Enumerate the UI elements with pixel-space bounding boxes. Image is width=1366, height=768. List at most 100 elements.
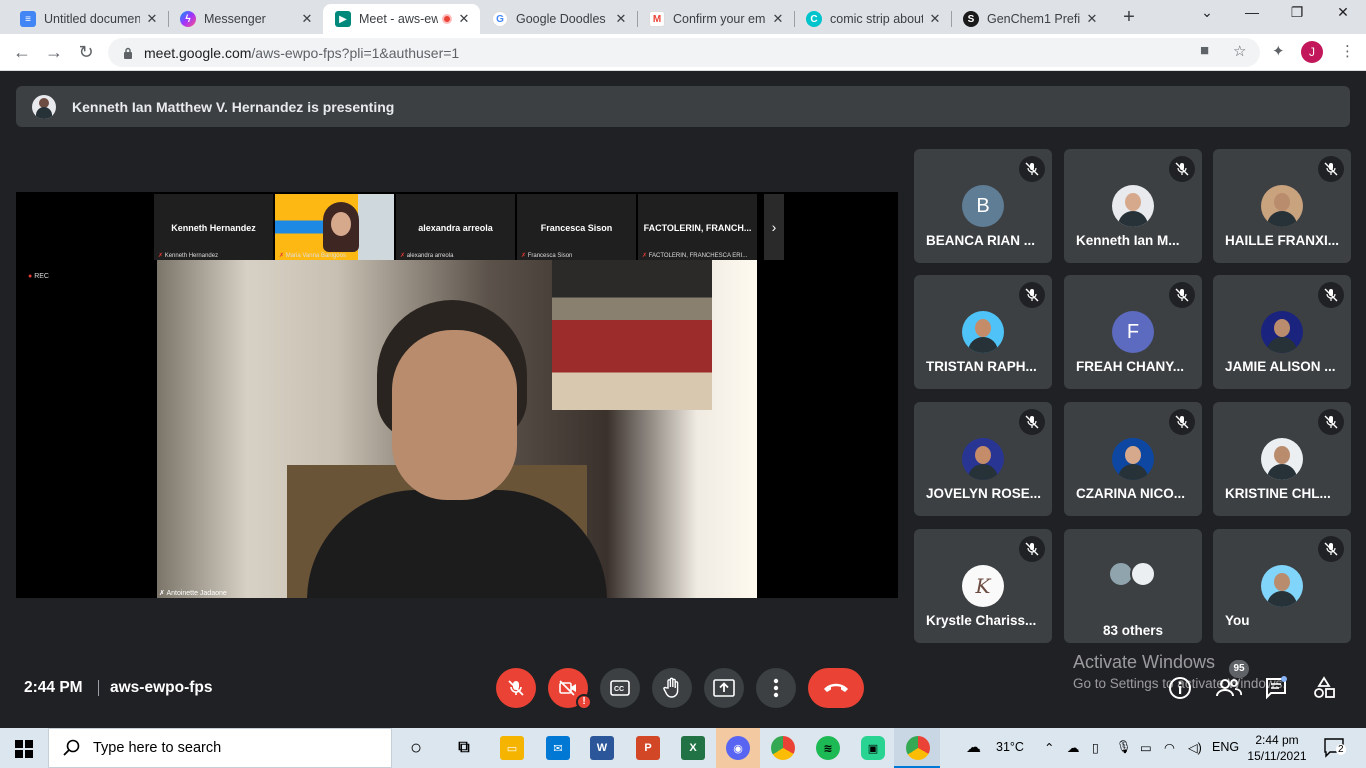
tab-canva[interactable]: C comic strip about ✕	[794, 4, 951, 34]
activities-button[interactable]	[1312, 676, 1336, 700]
close-window-button[interactable]: ✕	[1331, 4, 1355, 21]
close-icon[interactable]: ✕	[144, 11, 160, 27]
tray-chevron-up-icon[interactable]: ⌃	[1044, 740, 1054, 755]
captions-button[interactable]: CC	[600, 668, 640, 708]
bookmark-star-icon[interactable]: ☆	[1233, 42, 1246, 60]
windows-taskbar: Type here to search ○ ⧉ ▭ ✉ W P X ◉ ≋ ▣ …	[0, 728, 1366, 768]
participant-name: JOVELYN ROSE...	[926, 486, 1042, 501]
word-icon[interactable]: W	[590, 736, 614, 760]
close-icon[interactable]: ✕	[1084, 11, 1100, 27]
shared-screen[interactable]: REC Kenneth Hernandez Kenneth Hernandez …	[16, 192, 898, 598]
app-icon[interactable]: ▣	[861, 736, 885, 760]
close-icon[interactable]: ✕	[456, 11, 472, 27]
participant-tile[interactable]: HAILLE FRANXI...	[1213, 149, 1351, 263]
camera-off-icon	[559, 680, 576, 696]
close-icon[interactable]: ✕	[299, 11, 315, 27]
participant-tile[interactable]: CZARINA NICO...	[1064, 402, 1202, 516]
tab-google-doodles[interactable]: G Google Doodles ✕	[480, 4, 637, 34]
presenting-banner: Kenneth Ian Matthew V. Hernandez is pres…	[16, 86, 1350, 127]
participant-tile[interactable]: K Krystle Chariss...	[914, 529, 1052, 643]
restore-button[interactable]: ❐	[1285, 4, 1309, 21]
microphone-off-button[interactable]	[496, 668, 536, 708]
participant-tile[interactable]: Kenneth Ian M...	[1064, 149, 1202, 263]
back-button[interactable]: ←	[11, 41, 33, 63]
forward-button[interactable]: →	[43, 41, 65, 63]
url-host: meet.google.com	[144, 44, 252, 61]
leave-call-button[interactable]	[808, 668, 864, 708]
shapes-icon	[1314, 676, 1335, 698]
chrome-icon[interactable]	[771, 736, 795, 760]
people-icon	[1216, 679, 1242, 697]
volume-icon[interactable]: ◁)	[1188, 740, 1202, 755]
tab-gmail[interactable]: M Confirm your email ✕	[637, 4, 794, 34]
people-button[interactable]	[1216, 676, 1242, 700]
tab-messenger[interactable]: ϟ Messenger ✕	[168, 4, 323, 34]
profile-avatar[interactable]: J	[1301, 41, 1323, 63]
participant-tile[interactable]: 83 others	[1064, 529, 1202, 643]
google-icon: G	[492, 11, 508, 27]
speaker-figure	[307, 300, 607, 598]
meeting-details-button[interactable]	[1168, 676, 1192, 700]
camera-off-button[interactable]: !	[548, 668, 592, 710]
tab-search-icon[interactable]: ⌄	[1195, 4, 1219, 21]
task-view-icon[interactable]: ⧉	[452, 736, 476, 760]
tab-untitled-document[interactable]: ≡ Untitled document ✕	[8, 4, 168, 34]
hang-up-icon	[824, 683, 848, 692]
cortana-icon[interactable]: ○	[404, 736, 428, 760]
windows-start-icon[interactable]	[15, 740, 33, 758]
notification-center-button[interactable]: 2	[1324, 738, 1346, 758]
raise-hand-button[interactable]	[652, 668, 692, 708]
mic-off-icon	[1019, 156, 1045, 182]
close-icon[interactable]: ✕	[613, 11, 629, 27]
excel-icon[interactable]: X	[681, 736, 705, 760]
taskbar-search-box[interactable]: Type here to search	[48, 728, 392, 768]
new-tab-button[interactable]: +	[1118, 7, 1140, 29]
reload-button[interactable]: ↻	[75, 41, 97, 63]
participant-avatar	[1261, 565, 1303, 607]
microphone-tray-icon[interactable]: 🎙	[1116, 740, 1132, 755]
participant-tile[interactable]: F FREAH CHANY...	[1064, 275, 1202, 389]
camera-in-use-icon[interactable]: ■	[1200, 42, 1209, 59]
participant-tile[interactable]: JOVELYN ROSE...	[914, 402, 1052, 516]
info-icon	[1169, 677, 1191, 699]
wifi-icon[interactable]: ◠	[1164, 740, 1175, 755]
present-now-button[interactable]	[704, 668, 744, 708]
meeting-time: 2:44 PM	[24, 679, 83, 696]
address-bar[interactable]: meet.google.com/aws-ewpo-fps?pli=1&authu…	[108, 38, 1260, 67]
file-explorer-icon[interactable]: ▭	[500, 736, 524, 760]
chrome-profile-icon[interactable]	[906, 736, 930, 760]
mail-icon[interactable]: ✉	[546, 736, 570, 760]
hand-icon	[663, 677, 679, 698]
powerpoint-icon[interactable]: P	[636, 736, 660, 760]
participant-tile[interactable]: TRISTAN RAPH...	[914, 275, 1052, 389]
close-icon[interactable]: ✕	[770, 11, 786, 27]
participant-tile[interactable]: JAMIE ALISON ...	[1213, 275, 1351, 389]
tab-studocu[interactable]: S GenChem1 Prefinal ✕	[951, 4, 1108, 34]
tab-meet[interactable]: ▶ Meet - aws-ewpo-fps ✕	[323, 4, 480, 34]
mic-off-icon	[1318, 409, 1344, 435]
weather-icon: ☁	[966, 739, 981, 756]
participant-tile[interactable]: KRISTINE CHL...	[1213, 402, 1351, 516]
battery-icon[interactable]: ▭	[1140, 740, 1152, 755]
weather-temp[interactable]: 31°C	[996, 740, 1024, 754]
extensions-icon[interactable]: ✦	[1272, 42, 1285, 60]
more-options-button[interactable]	[756, 668, 796, 708]
close-icon[interactable]: ✕	[927, 11, 943, 27]
mic-off-icon	[1169, 156, 1195, 182]
taskbar-clock[interactable]: 2:44 pm 15/11/2021	[1246, 732, 1308, 764]
lock-icon	[124, 47, 132, 59]
device-icon[interactable]: ▯	[1092, 740, 1099, 755]
browser-tab-strip: ≡ Untitled document ✕ ϟ Messenger ✕ ▶ Me…	[0, 0, 1366, 34]
participant-avatar	[962, 438, 1004, 480]
language-indicator[interactable]: ENG	[1212, 740, 1239, 754]
filmstrip-tile: Maria Vanna Banigoos	[275, 194, 394, 260]
mic-off-icon	[1318, 536, 1344, 562]
onedrive-icon[interactable]: ☁	[1067, 740, 1080, 755]
discord-icon[interactable]: ◉	[726, 736, 750, 760]
participant-tile[interactable]: B BEANCA RIAN ...	[914, 149, 1052, 263]
chat-button[interactable]	[1264, 676, 1288, 700]
minimize-button[interactable]: —	[1240, 4, 1264, 20]
spotify-icon[interactable]: ≋	[816, 736, 840, 760]
participant-tile[interactable]: You	[1213, 529, 1351, 643]
chrome-menu-icon[interactable]: ⋮	[1340, 42, 1355, 60]
